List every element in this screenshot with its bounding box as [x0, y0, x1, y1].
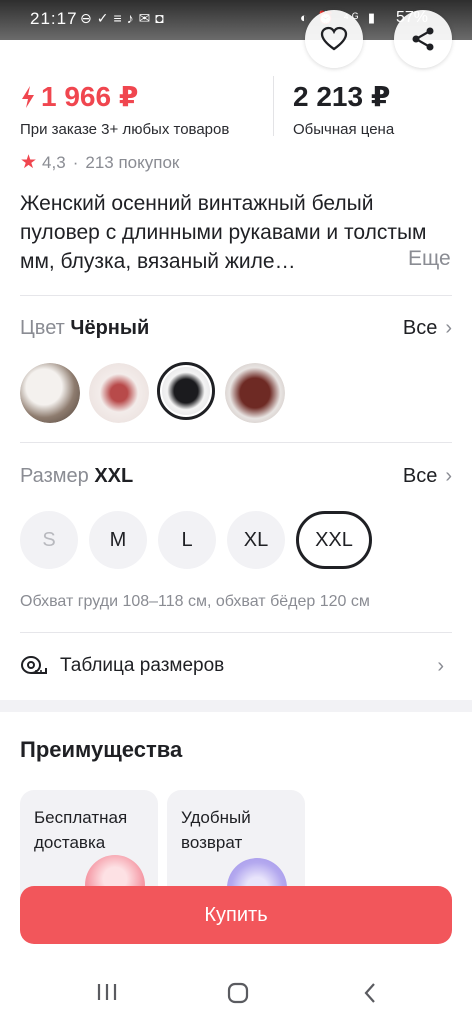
- size-option-m[interactable]: M: [89, 511, 147, 569]
- color-section-header: Цвет Чёрный Все ›: [20, 317, 452, 340]
- advantages-title: Преимущества: [20, 737, 183, 762]
- size-table-row[interactable]: Таблица размеров ›: [20, 650, 452, 682]
- divider: [20, 295, 452, 296]
- size-option-xxl[interactable]: XXL: [296, 511, 372, 569]
- system-nav-bar: [0, 960, 472, 1024]
- advantage-text: Бесплатная доставка: [34, 808, 128, 852]
- size-measure-note: Обхват груди 108–118 см, обхват бёдер 12…: [20, 593, 370, 610]
- color-value: Чёрный: [70, 317, 150, 339]
- notification-icons: ⊖✓≡♪✉◘: [80, 10, 169, 26]
- lightning-icon: [22, 85, 34, 108]
- discount-price-value: 1 966 ₽: [41, 81, 139, 112]
- color-all-label: Все: [402, 317, 438, 339]
- status-time: 21:17: [30, 9, 78, 28]
- size-value: XXL: [94, 465, 134, 487]
- color-swatch[interactable]: [89, 363, 149, 423]
- color-swatch-selected[interactable]: [157, 362, 215, 420]
- share-icon: [412, 27, 434, 51]
- recent-apps-icon[interactable]: [96, 982, 118, 1008]
- divider: [20, 632, 452, 633]
- chevron-right-icon: ›: [445, 465, 452, 487]
- color-swatch[interactable]: [20, 363, 80, 423]
- back-nav-icon[interactable]: [362, 982, 378, 1010]
- star-icon: ★: [20, 152, 38, 173]
- regular-price-note: Обычная цена: [293, 121, 395, 138]
- size-section-header: Размер XXL Все ›: [20, 465, 452, 488]
- color-swatch[interactable]: [225, 363, 285, 423]
- more-link[interactable]: Еще: [404, 247, 451, 271]
- buy-button[interactable]: Купить: [20, 886, 452, 944]
- chevron-right-icon: ›: [445, 317, 452, 339]
- share-button[interactable]: [394, 10, 452, 68]
- separator-dot: ·: [72, 152, 79, 172]
- discount-price: 1 966 ₽: [20, 80, 229, 113]
- price-divider: [273, 76, 274, 136]
- regular-price: 2 213 ₽: [293, 81, 391, 112]
- color-label: Цвет: [20, 317, 65, 339]
- purchase-count: 213 покупок: [85, 152, 180, 172]
- rating-score: 4,3: [42, 152, 66, 172]
- advantage-text: Удобный возврат: [181, 808, 251, 852]
- size-label: Размер: [20, 465, 89, 487]
- divider: [20, 442, 452, 443]
- size-all-button[interactable]: Все ›: [403, 465, 452, 488]
- product-title: Женский осенний винтажный белый пуловер …: [20, 192, 427, 273]
- size-option-s[interactable]: S: [20, 511, 78, 569]
- tape-measure-icon: [21, 656, 47, 674]
- discount-price-note: При заказе 3+ любых товаров: [20, 121, 230, 138]
- section-separator: [0, 700, 472, 712]
- size-table-label: Таблица размеров: [60, 655, 225, 676]
- color-all-button[interactable]: Все ›: [403, 317, 452, 340]
- size-option-xl[interactable]: XL: [227, 511, 285, 569]
- rating-row[interactable]: ★ 4,3 · 213 покупок: [20, 151, 179, 174]
- heart-icon: [320, 26, 348, 51]
- chevron-right-icon: ›: [437, 654, 444, 677]
- size-option-l[interactable]: L: [158, 511, 216, 569]
- discount-price-block: 1 966 ₽ При заказе 3+ любых товаров: [20, 80, 229, 138]
- favorite-button[interactable]: [305, 10, 363, 68]
- regular-price-block: 2 213 ₽ Обычная цена: [293, 80, 394, 138]
- home-icon[interactable]: [227, 982, 249, 1010]
- size-all-label: Все: [402, 465, 438, 487]
